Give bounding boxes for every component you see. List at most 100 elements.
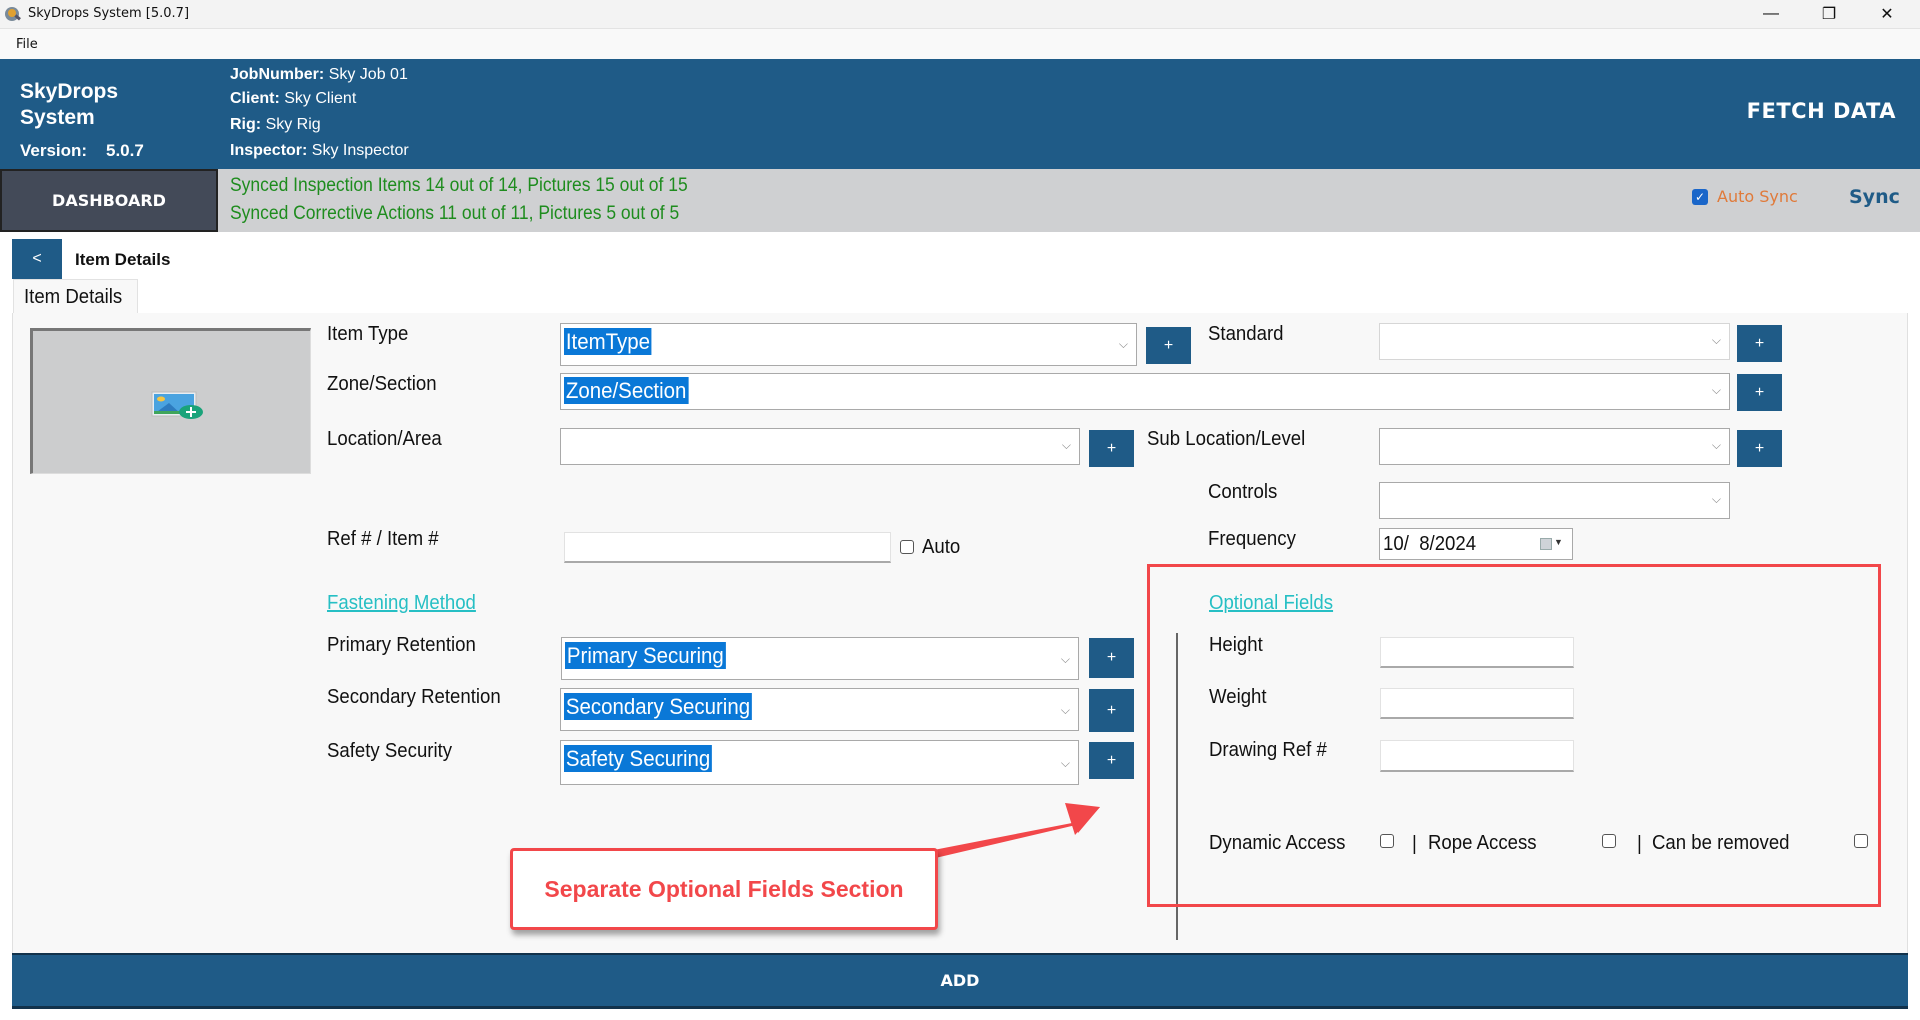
- drawing-ref-label: Drawing Ref #: [1209, 739, 1327, 761]
- minimize-button[interactable]: —: [1742, 0, 1800, 28]
- sync-status-inspection: Synced Inspection Items 14 out of 14, Pi…: [230, 175, 688, 196]
- job-number-label: JobNumber:: [230, 66, 325, 83]
- chevron-down-icon: ⌵: [1711, 333, 1721, 347]
- dropdown-arrow-icon: ▼: [1554, 537, 1563, 547]
- close-button[interactable]: ✕: [1858, 0, 1916, 28]
- ref-item-label: Ref # / Item #: [327, 528, 439, 550]
- controls-label: Controls: [1208, 481, 1278, 503]
- location-area-label: Location/Area: [327, 428, 442, 450]
- inspector-value: Sky Inspector: [311, 142, 409, 159]
- sync-button[interactable]: Sync: [1849, 186, 1900, 208]
- item-type-label: Item Type: [327, 323, 409, 345]
- can-be-removed-checkbox[interactable]: [1854, 834, 1868, 848]
- add-image-icon: [151, 391, 203, 419]
- chevron-down-icon: ⌵: [1061, 438, 1071, 452]
- plus-icon: +: [1106, 751, 1117, 769]
- brand-name: SkyDrops System: [20, 79, 118, 131]
- add-standard-button[interactable]: +: [1737, 325, 1782, 362]
- inspector-label: Inspector:: [230, 142, 308, 159]
- job-number-row: JobNumber: Sky Job 01: [230, 66, 408, 84]
- fetch-data-button[interactable]: FETCH DATA: [1747, 99, 1896, 123]
- plus-icon: +: [1106, 439, 1117, 457]
- annotation-callout: Separate Optional Fields Section: [510, 848, 938, 930]
- tab-label: Item Details: [24, 286, 123, 308]
- height-label: Height: [1209, 634, 1263, 656]
- chevron-left-icon: <: [32, 250, 42, 267]
- separator: |: [1637, 833, 1642, 855]
- primary-retention-label: Primary Retention: [327, 634, 476, 656]
- add-primary-button[interactable]: +: [1089, 638, 1134, 678]
- height-input[interactable]: [1380, 637, 1574, 668]
- minimize-icon: —: [1763, 5, 1779, 22]
- close-icon: ✕: [1880, 6, 1894, 23]
- safety-security-label: Safety Security: [327, 740, 453, 762]
- app-header: SkyDrops System Version: 5.0.7 JobNumber…: [0, 59, 1920, 169]
- title-bar: SkyDrops System [5.0.7] — ❐ ✕: [0, 0, 1920, 28]
- item-image-placeholder[interactable]: [30, 328, 311, 474]
- standard-dropdown[interactable]: ⌵: [1379, 323, 1730, 360]
- client-row: Client: Sky Client: [230, 90, 356, 108]
- rig-row: Rig: Sky Rig: [230, 116, 321, 134]
- ref-item-input[interactable]: [564, 532, 891, 563]
- add-safety-button[interactable]: +: [1089, 742, 1134, 779]
- add-item-type-button[interactable]: +: [1146, 327, 1191, 364]
- sync-status-corrective: Synced Corrective Actions 11 out of 11, …: [230, 203, 680, 224]
- sub-location-dropdown[interactable]: ⌵: [1379, 428, 1730, 465]
- back-button[interactable]: <: [12, 239, 62, 279]
- brand-line-1: SkyDrops: [20, 80, 119, 103]
- secondary-retention-dropdown[interactable]: Secondary Securing ⌵: [560, 688, 1079, 731]
- rig-label: Rig:: [230, 116, 262, 133]
- annotation-highlight-box: [1147, 564, 1881, 907]
- chevron-down-icon: ⌵: [1118, 337, 1128, 351]
- location-area-dropdown[interactable]: ⌵: [560, 428, 1080, 465]
- chevron-down-icon: ⌵: [1711, 492, 1721, 506]
- weight-input[interactable]: [1380, 688, 1574, 719]
- fastening-method-heading[interactable]: Fastening Method: [327, 592, 476, 615]
- menu-file[interactable]: File: [16, 37, 38, 52]
- drawing-ref-input[interactable]: [1380, 740, 1574, 772]
- item-type-dropdown[interactable]: ItemType ⌵: [560, 323, 1137, 366]
- client-label: Client:: [230, 90, 280, 107]
- chevron-down-icon: ⌵: [1060, 703, 1070, 717]
- sub-location-label: Sub Location/Level: [1147, 428, 1306, 450]
- chevron-down-icon: ⌵: [1711, 438, 1721, 452]
- add-zone-button[interactable]: +: [1737, 374, 1782, 411]
- brand-line-2: System: [20, 106, 95, 129]
- optional-fields-heading[interactable]: Optional Fields: [1209, 592, 1333, 615]
- client-value: Sky Client: [284, 90, 357, 107]
- chevron-down-icon: ⌵: [1711, 383, 1721, 397]
- add-button[interactable]: ADD: [12, 953, 1908, 1009]
- dashboard-button[interactable]: DASHBOARD: [0, 169, 218, 232]
- version-label: Version:: [20, 141, 88, 160]
- sync-status-bar: DASHBOARD Synced Inspection Items 14 out…: [0, 169, 1920, 232]
- add-location-button[interactable]: +: [1089, 430, 1134, 467]
- frequency-value: 10/ 8/2024: [1383, 533, 1477, 555]
- safety-security-dropdown[interactable]: Safety Securing ⌵: [560, 740, 1079, 785]
- auto-checkbox[interactable]: [900, 540, 914, 554]
- add-secondary-button[interactable]: +: [1089, 689, 1134, 732]
- primary-retention-value: Primary Securing: [565, 642, 726, 669]
- dynamic-access-checkbox[interactable]: [1380, 834, 1394, 848]
- frequency-date-picker[interactable]: 10/ 8/2024 ▼: [1379, 528, 1573, 560]
- can-be-removed-label: Can be removed: [1652, 832, 1790, 854]
- frequency-label: Frequency: [1208, 528, 1296, 550]
- plus-icon: +: [1106, 701, 1117, 719]
- item-type-value: ItemType: [564, 328, 652, 355]
- rope-access-checkbox[interactable]: [1602, 834, 1616, 848]
- calendar-icon[interactable]: [1540, 538, 1552, 550]
- zone-section-label: Zone/Section: [327, 373, 437, 395]
- auto-sync-label[interactable]: Auto Sync: [1717, 187, 1798, 206]
- rope-access-label: Rope Access: [1428, 832, 1537, 854]
- primary-retention-dropdown[interactable]: Primary Securing ⌵: [561, 637, 1079, 680]
- restore-button[interactable]: ❐: [1800, 0, 1858, 28]
- add-sub-location-button[interactable]: +: [1737, 430, 1782, 467]
- plus-icon: +: [1163, 336, 1174, 354]
- chevron-down-icon: ⌵: [1060, 652, 1070, 666]
- version-value: 5.0.7: [106, 141, 144, 160]
- auto-sync-checkbox[interactable]: ✓: [1692, 189, 1708, 205]
- zone-section-dropdown[interactable]: Zone/Section ⌵: [560, 373, 1730, 410]
- app-icon: [5, 7, 21, 21]
- tab-item-details[interactable]: Item Details: [13, 279, 138, 314]
- plus-icon: +: [1754, 334, 1765, 352]
- controls-dropdown[interactable]: ⌵: [1379, 482, 1730, 519]
